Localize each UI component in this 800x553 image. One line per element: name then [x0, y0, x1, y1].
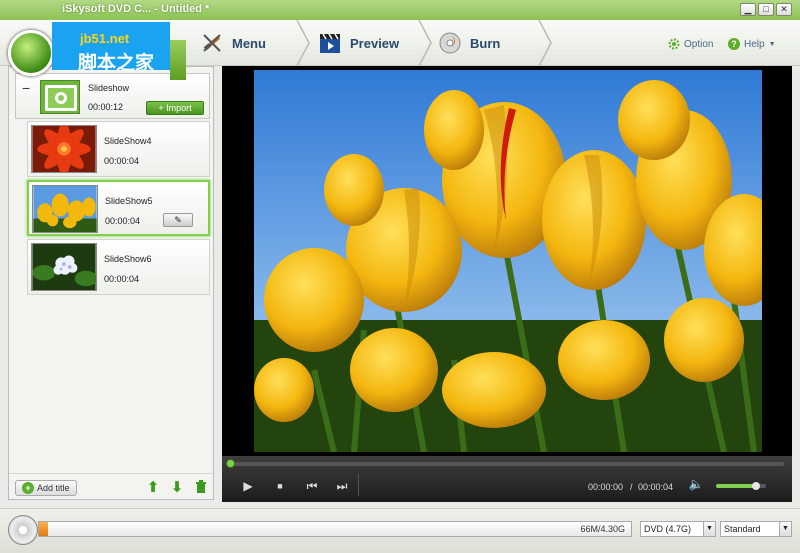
- app-logo-icon: [8, 30, 54, 76]
- import-label: Import: [166, 103, 192, 113]
- bottom-bar: 66M/4.30G DVD (4.7G) ▼ Standard ▼: [0, 508, 800, 553]
- help-link[interactable]: ? Help ▼: [728, 38, 776, 50]
- item-duration: 00:00:04: [105, 216, 141, 226]
- disc-type-select[interactable]: DVD (4.7G) ▼: [640, 521, 716, 537]
- current-time: 00:00:00: [588, 482, 624, 492]
- volume-level: [716, 484, 756, 488]
- seek-handle[interactable]: [226, 459, 235, 468]
- slideshow-group-name: Slideshow: [88, 83, 130, 93]
- add-title-button[interactable]: + Add title: [15, 480, 77, 496]
- item-duration: 00:00:04: [104, 274, 140, 284]
- chevron-down-icon: ▼: [768, 40, 776, 48]
- volume-icon[interactable]: 🔈: [688, 476, 704, 492]
- chevron-down-icon: ▼: [703, 522, 715, 536]
- volume-handle[interactable]: [752, 482, 760, 490]
- slideshow-group-duration: 00:00:12: [88, 102, 124, 112]
- add-title-label: Add title: [37, 483, 70, 493]
- step-menu[interactable]: Menu: [200, 24, 266, 62]
- arrow-down-icon[interactable]: ⬇: [169, 480, 185, 496]
- item-duration: 00:00:04: [104, 156, 140, 166]
- window-title: iSkysoft DVD C... - Untitled *: [62, 3, 210, 15]
- plus-icon: +: [22, 482, 34, 494]
- close-icon[interactable]: ✕: [776, 3, 792, 16]
- total-time: 00:00:04: [638, 482, 674, 492]
- edit-button[interactable]: ✎: [163, 213, 193, 227]
- disc-icon: [8, 515, 38, 545]
- restore-icon[interactable]: □: [758, 3, 774, 16]
- item-name: SlideShow5: [105, 196, 153, 206]
- watermark-url: jb51.net: [80, 31, 130, 46]
- quality-select[interactable]: Standard ▼: [720, 521, 792, 537]
- active-step-indicator: [170, 40, 186, 80]
- titles-panel: − Slideshow 00:00:12 + Import SlideShow4…: [8, 66, 214, 500]
- thumbnail-tulips: [32, 185, 98, 233]
- list-item[interactable]: SlideShow4 00:00:04: [27, 121, 210, 177]
- player-controls: ▶ ■ ⏮ ⏭ 00:00:00 / 00:00:04 🔈: [222, 456, 792, 502]
- title-bar: iSkysoft DVD C... - Untitled * ▁ □ ✕: [0, 0, 800, 20]
- option-label: Option: [684, 38, 714, 50]
- thumbnail-red-flower: [31, 125, 97, 173]
- toolbar-header: jb51.net 脚本之家 Menu Preview Burn Option ?…: [0, 20, 800, 80]
- step-preview[interactable]: Preview: [318, 24, 399, 62]
- item-name: SlideShow4: [104, 136, 152, 146]
- item-name: SlideShow6: [104, 254, 152, 264]
- step-menu-label: Menu: [232, 35, 266, 51]
- capacity-used: [39, 522, 48, 536]
- option-link[interactable]: Option: [668, 38, 713, 50]
- gear-icon: [668, 38, 680, 50]
- preview-image-tulips: [254, 70, 762, 452]
- slideshow-group-thumb: [40, 80, 80, 114]
- chevron-down-icon: ▼: [779, 522, 791, 536]
- play-icon[interactable]: ▶: [240, 478, 256, 494]
- thumbnail-white-flower: [31, 243, 97, 291]
- capacity-text: 66M/4.30G: [580, 524, 625, 534]
- pencil-icon: ✎: [174, 215, 182, 225]
- capacity-bar: 66M/4.30G: [38, 521, 632, 537]
- wand-icon: [203, 34, 221, 52]
- disc-type-value: DVD (4.7G): [644, 524, 692, 534]
- step-separator: [418, 20, 432, 66]
- next-icon[interactable]: ⏭: [334, 478, 350, 494]
- window-controls: ▁ □ ✕: [740, 3, 792, 16]
- disc-burn-icon: [439, 32, 461, 54]
- step-separator: [538, 20, 552, 66]
- volume-slider[interactable]: [716, 482, 766, 490]
- stop-icon[interactable]: ■: [272, 478, 288, 494]
- preview-screen: [222, 66, 792, 456]
- plus-icon: +: [158, 103, 167, 113]
- step-burn-label: Burn: [470, 35, 501, 51]
- film-icon: [45, 85, 77, 111]
- help-label: Help: [744, 38, 765, 50]
- minimize-icon[interactable]: ▁: [740, 3, 756, 16]
- import-button[interactable]: + Import: [146, 101, 204, 115]
- titles-panel-footer: + Add title ⬆ ⬇: [9, 473, 213, 499]
- controls-divider: [358, 474, 359, 496]
- list-item[interactable]: SlideShow6 00:00:04: [27, 239, 210, 295]
- trash-icon[interactable]: [193, 480, 209, 496]
- seek-bar[interactable]: [230, 462, 784, 466]
- watermark-overlay: jb51.net 脚本之家: [52, 22, 170, 74]
- arrow-up-icon[interactable]: ⬆: [145, 480, 161, 496]
- watermark-text: 脚本之家: [78, 52, 155, 74]
- quality-value: Standard: [724, 524, 761, 534]
- time-separator: /: [630, 482, 633, 492]
- collapse-icon[interactable]: −: [22, 80, 32, 96]
- clapper-icon: [320, 33, 340, 53]
- help-icon: ?: [728, 38, 740, 50]
- step-burn[interactable]: Burn: [438, 24, 500, 62]
- list-item-selected[interactable]: SlideShow5 00:00:04 ✎: [27, 180, 210, 236]
- step-preview-label: Preview: [350, 35, 400, 51]
- step-separator: [296, 20, 310, 66]
- previous-icon[interactable]: ⏮: [304, 478, 320, 494]
